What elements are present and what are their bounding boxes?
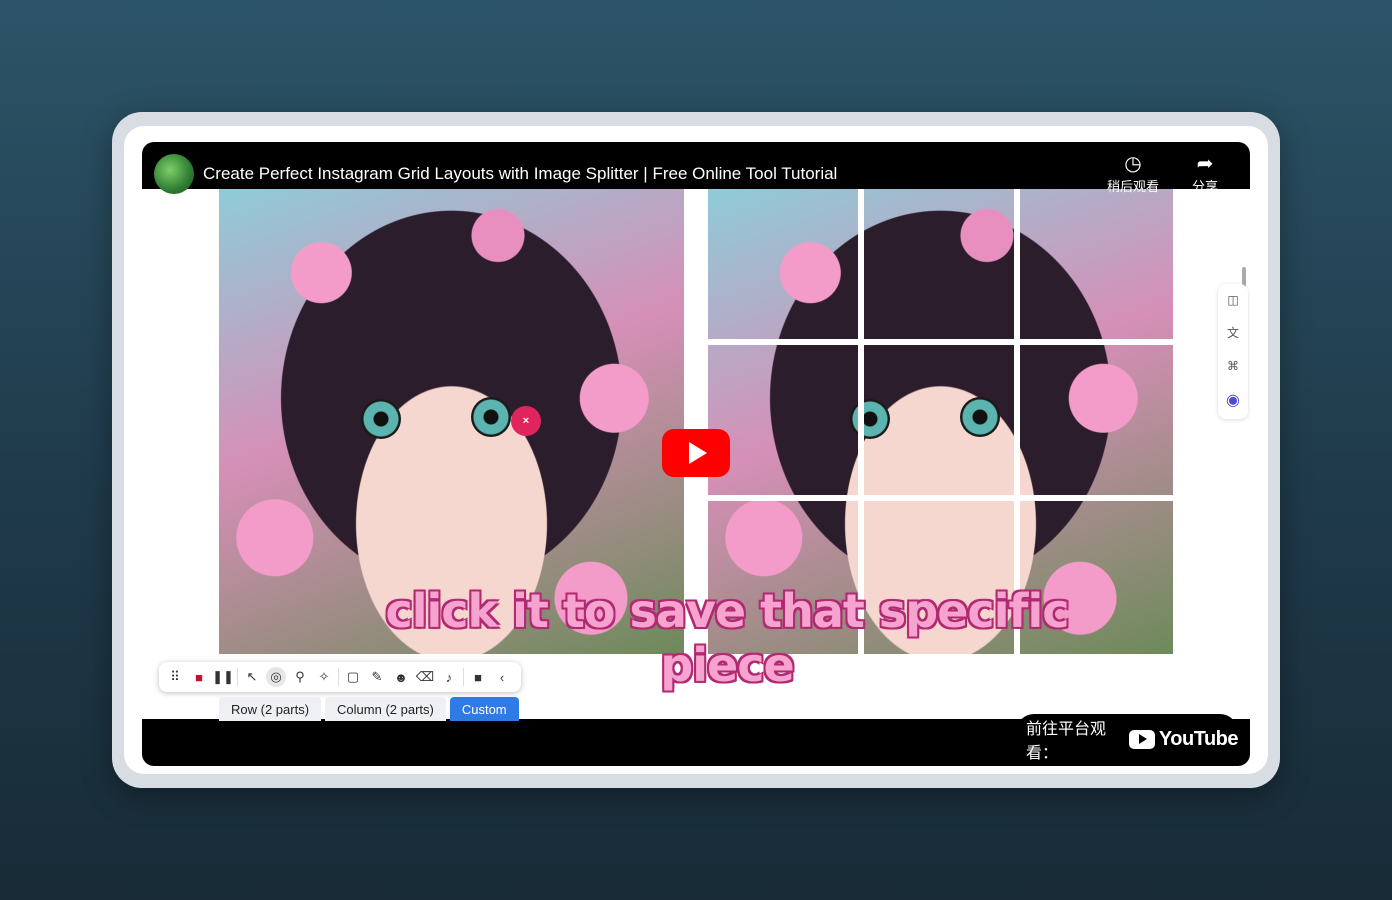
eraser-icon[interactable]: ⌫ — [415, 667, 435, 687]
video-title[interactable]: Create Perfect Instagram Grid Layouts wi… — [203, 164, 837, 184]
toolbar-divider — [463, 668, 464, 686]
share-icon: ➦ — [1196, 153, 1214, 175]
tab-row-2-parts[interactable]: Row (2 parts) — [219, 697, 322, 721]
camera-icon[interactable]: ■ — [468, 667, 488, 687]
play-button[interactable] — [662, 429, 730, 477]
apps-icon[interactable]: ⌘ — [1227, 359, 1239, 373]
toolbar-divider — [338, 668, 339, 686]
left-eye — [361, 399, 401, 439]
collapse-icon[interactable]: ‹ — [492, 667, 512, 687]
magic-wand-icon[interactable]: ✎ — [367, 667, 387, 687]
grid-divider — [708, 495, 1173, 501]
watch-on-youtube-button[interactable]: 前往平台观看： YouTube — [1016, 714, 1239, 764]
zoom-icon[interactable]: ⚲ — [290, 667, 310, 687]
right-eye — [471, 397, 511, 437]
book-icon[interactable]: ◫ — [1227, 293, 1238, 307]
right-eye — [960, 397, 1000, 437]
mute-icon[interactable]: ♪ — [439, 667, 459, 687]
video-frame[interactable]: × click it to save that specific piece ⠿… — [142, 189, 1250, 721]
youtube-logo: YouTube — [1128, 727, 1239, 751]
channel-avatar[interactable] — [154, 154, 194, 194]
pause-icon[interactable]: ❚❚ — [212, 667, 234, 687]
effects-icon[interactable]: ✧ — [314, 667, 334, 687]
emoji-icon[interactable]: ☻ — [391, 667, 411, 687]
embedded-video-player[interactable]: × click it to save that specific piece ⠿… — [142, 142, 1250, 766]
toolbar-divider — [237, 668, 238, 686]
split-mode-tabs: Row (2 parts) Column (2 parts) Custom — [219, 697, 519, 721]
watch-later-button[interactable]: ◷ 稍后观看 — [1103, 152, 1163, 195]
tab-custom[interactable]: Custom — [449, 697, 519, 721]
watch-later-label: 稍后观看 — [1106, 179, 1159, 194]
youtube-play-icon — [1128, 729, 1155, 749]
click-indicator: × — [511, 406, 541, 436]
youtube-wordmark: YouTube — [1158, 727, 1239, 750]
watch-on-label: 前往平台观看： — [1026, 721, 1107, 762]
translate-icon[interactable]: 文 — [1227, 324, 1239, 341]
cursor-icon[interactable]: ↖ — [242, 667, 262, 687]
stop-icon[interactable]: ■ — [189, 667, 209, 687]
drag-handle-icon[interactable]: ⠿ — [165, 667, 185, 687]
spotlight-icon[interactable]: ◎ — [266, 667, 286, 687]
rectangle-icon[interactable]: ▢ — [343, 667, 363, 687]
tab-column-2-parts[interactable]: Column (2 parts) — [325, 697, 446, 721]
clock-icon: ◷ — [1124, 153, 1142, 175]
share-button[interactable]: ➦ 分享 — [1175, 152, 1235, 195]
video-title-bar: Create Perfect Instagram Grid Layouts wi… — [142, 142, 1250, 194]
share-label: 分享 — [1191, 179, 1218, 194]
assistant-icon[interactable]: ◉ — [1226, 390, 1240, 410]
side-dock: ◫ 文 ⌘ ◉ — [1218, 284, 1248, 419]
screen-recorder-toolbar: ⠿ ■ ❚❚ ↖ ◎ ⚲ ✧ ▢ ✎ ☻ ⌫ ♪ ■ ‹ — [159, 662, 521, 692]
left-eye — [850, 399, 890, 439]
grid-divider — [708, 339, 1173, 345]
